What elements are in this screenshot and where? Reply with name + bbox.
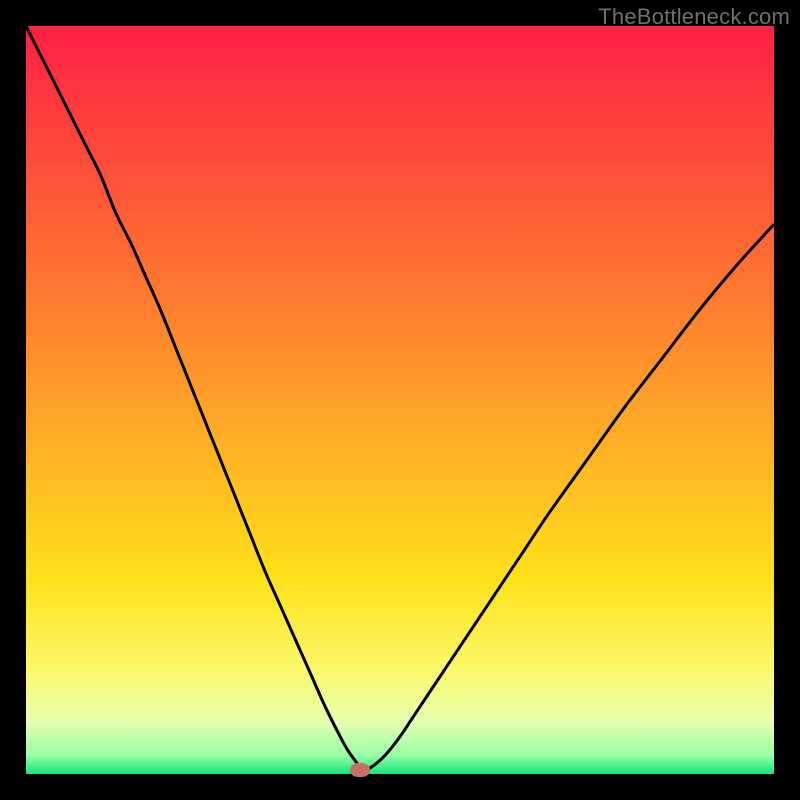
plot-area bbox=[26, 26, 774, 774]
bottleneck-curve bbox=[26, 26, 774, 770]
curve-layer bbox=[26, 26, 774, 774]
frame: TheBottleneck.com bbox=[0, 0, 800, 800]
optimum-marker bbox=[350, 763, 370, 777]
